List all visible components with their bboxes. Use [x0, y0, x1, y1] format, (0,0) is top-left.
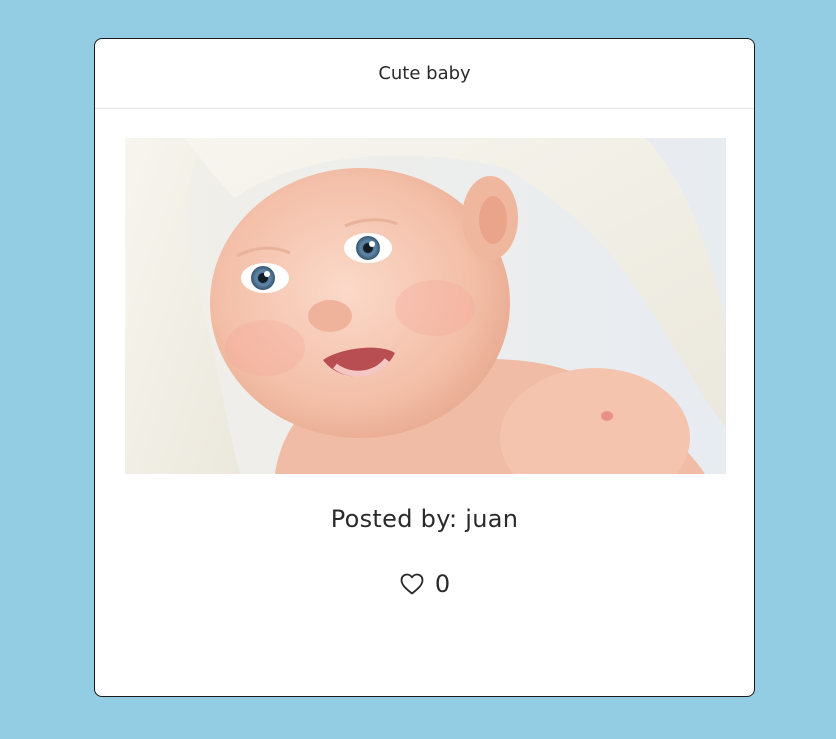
posted-by-text: Posted by: juan: [330, 505, 519, 533]
post-card: Cute baby Posted by: juan 0: [94, 38, 755, 697]
like-count: 0: [434, 570, 451, 598]
post-title: Cute baby: [378, 63, 471, 84]
like-row: 0: [95, 570, 754, 598]
heart-outline-icon[interactable]: [399, 571, 425, 597]
card-header: Cute baby: [95, 39, 754, 109]
post-image: [125, 138, 726, 474]
